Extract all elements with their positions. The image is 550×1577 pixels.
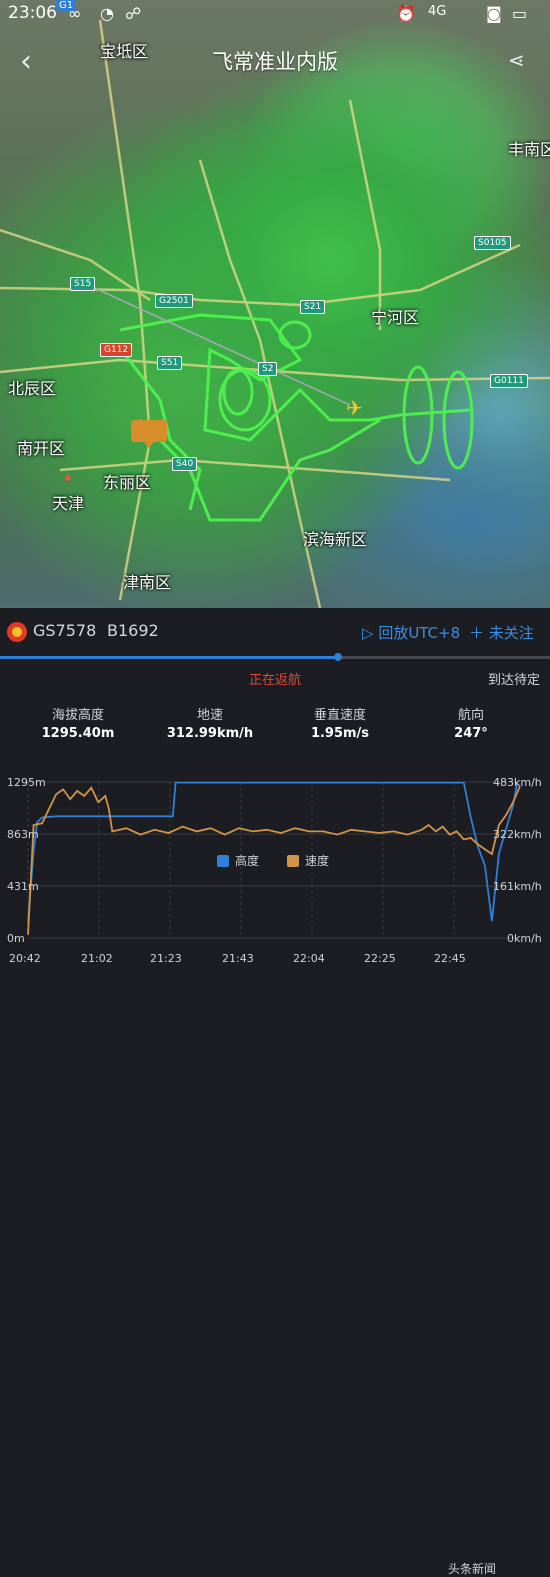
- y-right-tick: 161km/h: [493, 880, 542, 893]
- legend-label: 速度: [305, 854, 330, 868]
- stat-altitude: 海拔高度 1295.40m: [18, 704, 138, 741]
- airline-logo-icon: [7, 622, 27, 642]
- x-tick: 22:25: [364, 952, 396, 965]
- y-left-tick: 431m: [7, 880, 39, 893]
- y-right-tick: 322km/h: [493, 828, 542, 841]
- share-icon[interactable]: ⋖: [508, 48, 525, 72]
- aircraft-icon[interactable]: ✈: [346, 396, 363, 420]
- stat-label: 地速: [196, 708, 223, 723]
- legend-swatch: [217, 855, 229, 867]
- stat-label: 垂直速度: [313, 708, 366, 723]
- arrival-status: 到达待定: [488, 673, 541, 688]
- y-right-tick: 0km/h: [507, 932, 542, 945]
- legend-altitude: 高度: [217, 852, 259, 869]
- plus-icon: ＋: [469, 624, 489, 642]
- altitude-speed-chart[interactable]: [0, 760, 550, 978]
- y-left-tick: 1295m: [7, 776, 46, 789]
- flight-status: 正在返航: [248, 673, 301, 688]
- road-sign: S2: [258, 362, 278, 376]
- airport-marker[interactable]: [131, 420, 167, 448]
- road-sign: S51: [157, 356, 183, 370]
- chat-icon: ◔: [100, 4, 114, 23]
- aircraft-registration: B1692: [107, 621, 159, 640]
- flight-map[interactable]: 23:06 G1 ∞ ◔ ☍ ⏰ 4G ◙ ▭ ‹ 飞常准业内版 ⋖ 宝坻区 丰…: [0, 0, 550, 608]
- x-tick: 22:45: [434, 952, 466, 965]
- stat-value: 1295.40m: [41, 726, 115, 741]
- alarm-icon: ⏰: [396, 4, 416, 23]
- map-label: 北辰区: [8, 379, 57, 398]
- stat-label: 航向: [457, 708, 484, 723]
- road-sign: G2501: [155, 294, 193, 308]
- progress-fill: [0, 656, 339, 659]
- progress-marker: [334, 653, 343, 661]
- y-left-tick: 863m: [7, 828, 39, 841]
- status-bar: 23:06 G1 ∞ ◔ ☍ ⏰ 4G ◙ ▭: [0, 0, 550, 30]
- map-label: 丰南区: [508, 140, 550, 159]
- legend-swatch: [287, 855, 299, 867]
- flight-progress-bar: [0, 653, 550, 661]
- road-sign: S0105: [474, 236, 511, 250]
- replay-button[interactable]: ▷ 回放UTC+8: [362, 622, 460, 643]
- flight-number: GS7578: [33, 621, 97, 640]
- road-sign: S21: [300, 300, 326, 314]
- flight-info-panel: GS7578 B1692 ▷ 回放UTC+8 ＋ 未关注 正在返航 到达待定 海…: [0, 608, 550, 1576]
- notification-icon: ◙: [486, 4, 502, 23]
- stat-label: 海拔高度: [51, 708, 104, 723]
- watermark: 头条新闻: [448, 1562, 497, 1576]
- map-label: 南开区: [17, 439, 66, 458]
- x-tick: 21:23: [150, 952, 182, 965]
- map-label: 天津: [52, 494, 85, 513]
- stat-heading: 航向 247°: [411, 704, 531, 741]
- infinity-icon: ∞: [68, 4, 82, 23]
- map-label: 津南区: [123, 573, 172, 592]
- clock: 23:06: [8, 3, 57, 23]
- legend-label: 高度: [235, 854, 260, 868]
- map-label: 宁河区: [371, 308, 420, 327]
- page-title: 飞常准业内版: [212, 50, 338, 74]
- map-label: 宝坻区: [100, 42, 149, 61]
- road-sign: G112: [100, 343, 133, 357]
- series-line-altitude: [27, 781, 519, 923]
- x-tick: 21:43: [222, 952, 254, 965]
- stat-vertical-speed: 垂直速度 1.95m/s: [280, 704, 400, 741]
- replay-label: 回放UTC+8: [378, 624, 461, 642]
- series-line-speed: [27, 785, 521, 935]
- follow-button[interactable]: ＋ 未关注: [469, 622, 534, 643]
- road-sign: S40: [172, 457, 198, 471]
- road-sign: S15: [70, 277, 96, 291]
- y-left-tick: 0m: [7, 932, 25, 945]
- x-tick: 21:02: [81, 952, 113, 965]
- stat-value: 312.99km/h: [166, 726, 254, 741]
- flight-track-overlay: [0, 19, 550, 608]
- x-tick: 20:42: [9, 952, 41, 965]
- battery-icon: ▭: [512, 4, 528, 23]
- signal-icon: 4G: [428, 4, 447, 19]
- road-sign: G0111: [490, 374, 528, 388]
- stat-value: 1.95m/s: [310, 726, 370, 741]
- flight-header: GS7578 B1692 ▷ 回放UTC+8 ＋ 未关注: [0, 620, 550, 644]
- stat-ground-speed: 地速 312.99km/h: [150, 704, 270, 741]
- play-icon: ▷: [362, 624, 379, 642]
- walking-icon: ☍: [125, 4, 142, 23]
- stat-value: 247°: [454, 726, 488, 741]
- map-label: 东丽区: [103, 473, 152, 492]
- y-right-tick: 483km/h: [493, 776, 542, 789]
- x-tick: 22:04: [293, 952, 325, 965]
- legend-speed: 速度: [287, 852, 329, 869]
- map-label: 滨海新区: [303, 530, 368, 549]
- follow-label: 未关注: [488, 624, 534, 642]
